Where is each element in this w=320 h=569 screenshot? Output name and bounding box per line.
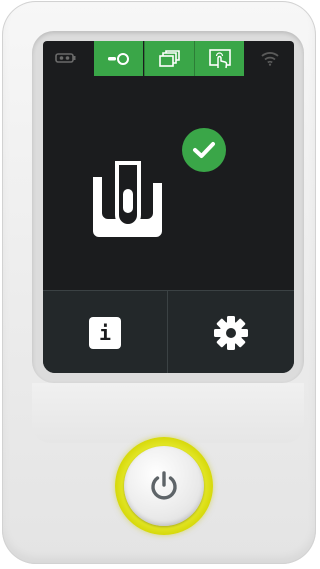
check-icon xyxy=(193,142,215,158)
settings-button[interactable] xyxy=(168,290,294,373)
main-status-area xyxy=(43,77,294,289)
lower-panel xyxy=(32,383,304,443)
battery-cassette-icon xyxy=(53,41,79,75)
stacked-windows-icon xyxy=(158,49,180,67)
info-icon: i xyxy=(89,316,121,349)
info-button[interactable]: i xyxy=(43,290,168,373)
action-buttons: i xyxy=(43,290,294,373)
touch-screen: i xyxy=(43,41,294,373)
tube-holder-icon xyxy=(93,161,163,242)
tab-touch[interactable] xyxy=(194,41,244,76)
power-button[interactable] xyxy=(124,446,204,526)
success-badge xyxy=(182,128,226,172)
tab-windows[interactable] xyxy=(144,41,194,76)
status-bar xyxy=(43,41,294,77)
tab-cassette[interactable] xyxy=(94,41,143,76)
cassette-tape-icon xyxy=(107,52,129,65)
touch-hand-icon xyxy=(208,48,231,68)
wifi-icon xyxy=(255,41,285,75)
power-ring xyxy=(115,437,213,535)
power-icon xyxy=(151,471,177,500)
gear-icon xyxy=(214,315,248,350)
